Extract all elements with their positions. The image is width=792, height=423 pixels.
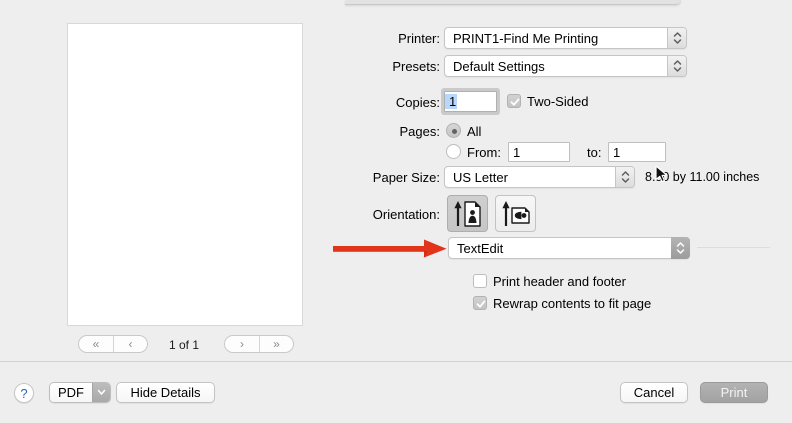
updown-chevrons-icon [667,56,686,76]
pages-from-input[interactable]: 1 [508,142,570,162]
presets-popup-value: Default Settings [445,59,667,74]
printer-popup-value: PRINT1-Find Me Printing [445,31,667,46]
paper-size-popup-value: US Letter [445,170,615,185]
two-sided-checkbox[interactable] [507,94,521,108]
section-divider [697,247,770,248]
cancel-button[interactable]: Cancel [620,382,688,403]
chevron-down-icon [92,383,110,402]
orientation-label: Orientation: [320,207,440,222]
cancel-label: Cancel [634,385,674,400]
print-preview-page [68,24,302,325]
app-options-popup[interactable]: TextEdit [448,237,690,259]
footer-divider [0,361,792,362]
last-page-icon: » [273,338,280,350]
last-page-button[interactable]: » [259,336,293,352]
copies-input-value: 1 [445,94,457,109]
updown-chevrons-icon [667,28,686,48]
pages-to-value: 1 [609,145,621,160]
page-nav-forward-group: › » [224,335,294,353]
presets-popup[interactable]: Default Settings [444,55,687,77]
rewrap-contents-label: Rewrap contents to fit page [493,296,651,311]
orientation-landscape-button[interactable] [495,195,536,232]
orientation-portrait-button[interactable] [447,195,488,232]
first-page-icon: « [93,338,100,350]
pages-from-radio[interactable] [446,144,461,159]
app-options-popup-value: TextEdit [449,241,671,256]
pages-from-value: 1 [509,145,521,160]
pages-from-label: From: [467,145,501,160]
checkmark-icon [475,298,487,310]
previous-page-icon: ‹ [129,338,133,350]
help-question-icon: ? [20,386,27,401]
print-header-footer-label: Print header and footer [493,274,626,289]
copies-input[interactable]: 1 [444,91,497,112]
presets-label: Presets: [320,59,440,74]
annotation-red-arrow-icon [333,239,447,258]
next-page-icon: › [240,338,244,350]
pdf-menu-button[interactable]: PDF [49,382,111,403]
previous-page-button[interactable]: ‹ [113,336,147,352]
paper-size-popup[interactable]: US Letter [444,166,635,188]
background-window-edge [345,0,681,5]
print-header-footer-checkbox[interactable] [473,274,487,288]
print-label: Print [721,385,748,400]
mouse-cursor-icon [655,165,668,183]
first-page-button[interactable]: « [79,336,113,352]
pages-to-input[interactable]: 1 [608,142,666,162]
updown-chevrons-icon [615,167,634,187]
landscape-orientation-icon [501,200,531,228]
portrait-orientation-icon [453,200,483,228]
help-button[interactable]: ? [14,383,34,403]
page-nav-back-group: « ‹ [78,335,148,353]
pages-label: Pages: [320,124,440,139]
copies-label: Copies: [320,95,440,110]
print-button[interactable]: Print [700,382,768,403]
pages-all-label: All [467,124,481,139]
rewrap-contents-checkbox[interactable] [473,296,487,310]
updown-chevrons-icon [671,237,690,259]
next-page-button[interactable]: › [225,336,259,352]
page-count-label: 1 of 1 [156,338,212,352]
pdf-button-label: PDF [50,383,92,402]
printer-popup[interactable]: PRINT1-Find Me Printing [444,27,687,49]
printer-label: Printer: [320,31,440,46]
two-sided-label: Two-Sided [527,94,588,109]
hide-details-label: Hide Details [130,385,200,400]
pages-to-label: to: [587,145,601,160]
paper-size-label: Paper Size: [320,170,440,185]
checkmark-icon [509,96,521,108]
hide-details-button[interactable]: Hide Details [116,382,215,403]
pages-all-radio[interactable] [446,123,461,138]
